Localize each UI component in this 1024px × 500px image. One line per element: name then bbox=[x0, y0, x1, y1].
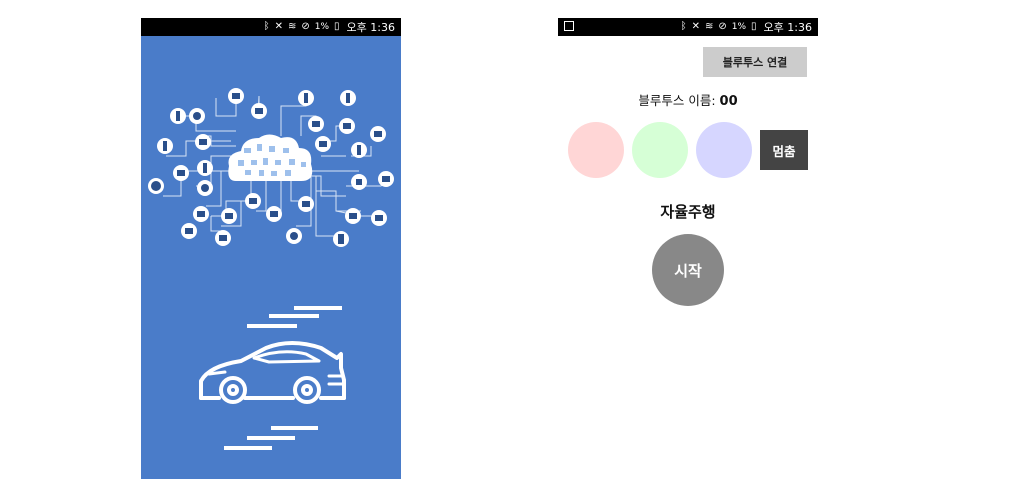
splash-screen: ᛒ ✕ ≋ ⊘ 1% ▯ 오후 1:36 bbox=[141, 18, 401, 479]
battery-text: 1% bbox=[731, 22, 747, 32]
cloud-icon bbox=[228, 134, 313, 181]
battery-icon: ▯ bbox=[334, 21, 340, 32]
battery-text: 1% bbox=[314, 22, 330, 32]
status-time: 오후 1:36 bbox=[346, 21, 395, 34]
blocked-icon: ⊘ bbox=[301, 21, 310, 32]
splash-illustration bbox=[148, 88, 394, 450]
control-screen: ᛒ ✕ ≋ ⊘ 1% ▯ 오후 1:36 블루투스 연결 블루투스 이름: 00… bbox=[558, 18, 818, 318]
status-bar: ᛒ ✕ ≋ ⊘ 1% ▯ 오후 1:36 bbox=[141, 18, 401, 36]
bluetooth-icon: ᛒ bbox=[263, 21, 270, 32]
sports-car-icon bbox=[199, 341, 346, 404]
bluetooth-name-label: 블루투스 이름: bbox=[638, 93, 716, 108]
bluetooth-icon: ᛒ bbox=[680, 21, 687, 32]
image-notification-icon bbox=[564, 21, 574, 31]
status-time: 오후 1:36 bbox=[763, 21, 812, 34]
mute-icon: ✕ bbox=[274, 21, 283, 32]
blocked-icon: ⊘ bbox=[718, 21, 727, 32]
start-button[interactable]: 시작 bbox=[652, 234, 724, 306]
wifi-icon: ≋ bbox=[287, 21, 297, 32]
stop-button[interactable]: 멈춤 bbox=[760, 130, 808, 170]
bluetooth-connect-button[interactable]: 블루투스 연결 bbox=[703, 47, 807, 77]
bluetooth-name-value: 00 bbox=[719, 94, 738, 109]
autonomous-driving-title: 자율주행 bbox=[660, 203, 716, 221]
red-color-button[interactable] bbox=[568, 122, 624, 178]
bluetooth-name-row: 블루투스 이름: 00 bbox=[558, 90, 818, 109]
wifi-icon: ≋ bbox=[704, 21, 714, 32]
battery-icon: ▯ bbox=[751, 21, 757, 32]
blue-color-button[interactable] bbox=[696, 122, 752, 178]
mute-icon: ✕ bbox=[691, 21, 700, 32]
speed-lines-bottom bbox=[224, 426, 318, 450]
green-color-button[interactable] bbox=[632, 122, 688, 178]
status-bar: ᛒ ✕ ≋ ⊘ 1% ▯ 오후 1:36 bbox=[558, 18, 818, 36]
speed-lines-top bbox=[247, 306, 342, 328]
